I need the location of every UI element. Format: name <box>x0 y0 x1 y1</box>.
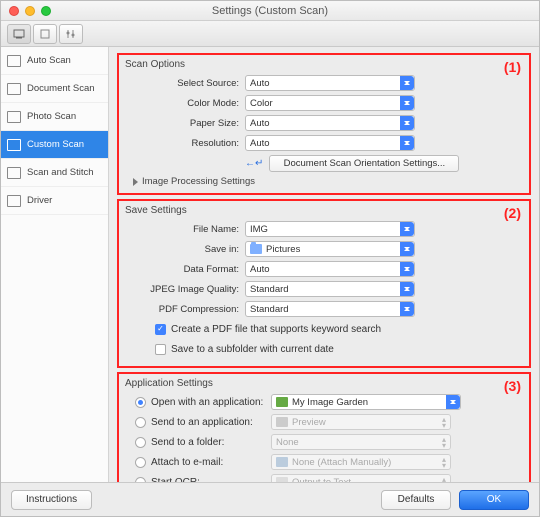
pdf-compression-dropdown[interactable]: Standard <box>245 301 415 317</box>
sidebar-item-scan-and-stitch[interactable]: Scan and Stitch <box>1 159 108 187</box>
main-content: (1) Scan Options Select Source:Auto Colo… <box>109 47 539 482</box>
send-to-app-radio[interactable] <box>135 417 146 428</box>
dropdown-arrow-icon <box>446 395 460 409</box>
send-to-app-dropdown: Preview▴▾ <box>271 414 451 430</box>
folder-icon <box>250 244 262 254</box>
scan-options-title: Scan Options <box>125 59 523 70</box>
zoom-icon[interactable] <box>41 6 51 16</box>
file-name-field[interactable]: IMG <box>245 221 415 237</box>
sidebar-label: Photo Scan <box>27 111 76 122</box>
dropdown-arrow-icon <box>400 262 414 276</box>
sidebar: Auto Scan Document Scan Photo Scan Custo… <box>1 47 109 482</box>
scanner-icon <box>7 83 21 95</box>
save-settings-group: (2) Save Settings File Name:IMG Save in:… <box>117 199 531 368</box>
dropdown-arrow-icon <box>400 222 414 236</box>
dropdown-arrow-icon <box>400 282 414 296</box>
scan-options-group: (1) Scan Options Select Source:Auto Colo… <box>117 53 531 195</box>
sidebar-label: Driver <box>27 195 52 206</box>
send-to-folder-dropdown: None▴▾ <box>271 434 451 450</box>
dropdown-arrow-icon <box>400 96 414 110</box>
preview-icon <box>276 417 288 427</box>
resolution-dropdown[interactable]: Auto <box>245 135 415 151</box>
mode-scan-from-computer-icon[interactable] <box>7 24 31 44</box>
save-in-label: Save in: <box>125 244 245 255</box>
footer-bar: Instructions Defaults OK <box>1 482 539 516</box>
annotation-3: (3) <box>504 378 521 394</box>
send-to-folder-radio[interactable] <box>135 437 146 448</box>
sidebar-item-auto-scan[interactable]: Auto Scan <box>1 47 108 75</box>
sidebar-item-driver[interactable]: Driver <box>1 187 108 215</box>
open-with-app-radio[interactable] <box>135 397 146 408</box>
select-source-dropdown[interactable]: Auto <box>245 75 415 91</box>
close-icon[interactable] <box>9 6 19 16</box>
color-mode-label: Color Mode: <box>125 98 245 109</box>
sidebar-label: Custom Scan <box>27 139 84 150</box>
application-settings-group: (3) Application Settings Open with an ap… <box>117 372 531 482</box>
annotation-2: (2) <box>504 205 521 221</box>
color-mode-dropdown[interactable]: Color <box>245 95 415 111</box>
select-source-label: Select Source: <box>125 78 245 89</box>
send-to-app-label: Send to an application: <box>151 417 271 428</box>
window-controls <box>9 6 51 16</box>
start-ocr-dropdown: Output to Text▴▾ <box>271 474 451 482</box>
file-name-label: File Name: <box>125 224 245 235</box>
sidebar-item-custom-scan[interactable]: Custom Scan <box>1 131 108 159</box>
sidebar-item-photo-scan[interactable]: Photo Scan <box>1 103 108 131</box>
annotation-1: (1) <box>504 59 521 75</box>
open-with-app-dropdown[interactable]: My Image Garden <box>271 394 461 410</box>
data-format-label: Data Format: <box>125 264 245 275</box>
pdf-keyword-checkbox[interactable] <box>155 324 166 335</box>
jpeg-quality-label: JPEG Image Quality: <box>125 284 245 295</box>
subfolder-date-checkbox[interactable] <box>155 344 166 355</box>
scanner-icon <box>7 167 21 179</box>
pdf-keyword-label: Create a PDF file that supports keyword … <box>171 324 381 335</box>
window-title: Settings (Custom Scan) <box>212 5 328 17</box>
attach-email-dropdown: None (Attach Manually)▴▾ <box>271 454 451 470</box>
jpeg-quality-dropdown[interactable]: Standard <box>245 281 415 297</box>
dropdown-arrow-icon <box>400 116 414 130</box>
sidebar-label: Document Scan <box>27 83 95 94</box>
window-titlebar: Settings (Custom Scan) <box>1 1 539 21</box>
pdf-compression-label: PDF Compression: <box>125 304 245 315</box>
scanner-icon <box>7 195 21 207</box>
minimize-icon[interactable] <box>25 6 35 16</box>
send-to-folder-label: Send to a folder: <box>151 437 271 448</box>
paper-size-label: Paper Size: <box>125 118 245 129</box>
image-processing-disclosure[interactable]: Image Processing Settings <box>133 176 523 187</box>
sidebar-label: Scan and Stitch <box>27 167 94 178</box>
dropdown-arrow-icon <box>400 242 414 256</box>
save-settings-title: Save Settings <box>125 205 523 216</box>
save-in-dropdown[interactable]: Pictures <box>245 241 415 257</box>
sidebar-label: Auto Scan <box>27 55 71 66</box>
dropdown-arrow-icon <box>400 76 414 90</box>
disclosure-triangle-icon <box>133 178 138 186</box>
open-with-app-label: Open with an application: <box>151 397 271 408</box>
defaults-button[interactable]: Defaults <box>381 490 451 510</box>
attach-email-radio[interactable] <box>135 457 146 468</box>
instructions-button[interactable]: Instructions <box>11 490 92 510</box>
attach-email-label: Attach to e-mail: <box>151 457 271 468</box>
resolution-label: Resolution: <box>125 138 245 149</box>
scanner-icon <box>7 55 21 67</box>
dropdown-arrow-icon <box>400 136 414 150</box>
orientation-settings-button[interactable]: Document Scan Orientation Settings... <box>269 155 459 172</box>
mode-scan-from-panel-icon[interactable] <box>33 24 57 44</box>
ok-button[interactable]: OK <box>459 490 529 510</box>
mode-toolbar <box>1 21 539 47</box>
scanner-icon <box>7 111 21 123</box>
paper-size-dropdown[interactable]: Auto <box>245 115 415 131</box>
subfolder-date-label: Save to a subfolder with current date <box>171 344 334 355</box>
data-format-dropdown[interactable]: Auto <box>245 261 415 277</box>
sidebar-item-document-scan[interactable]: Document Scan <box>1 75 108 103</box>
scanner-icon <box>7 139 21 151</box>
app-icon <box>276 397 288 407</box>
orientation-link-icon: ←↵ <box>245 158 263 169</box>
mode-general-settings-icon[interactable] <box>59 24 83 44</box>
mail-icon <box>276 457 288 467</box>
application-settings-title: Application Settings <box>125 378 523 389</box>
dropdown-arrow-icon <box>400 302 414 316</box>
